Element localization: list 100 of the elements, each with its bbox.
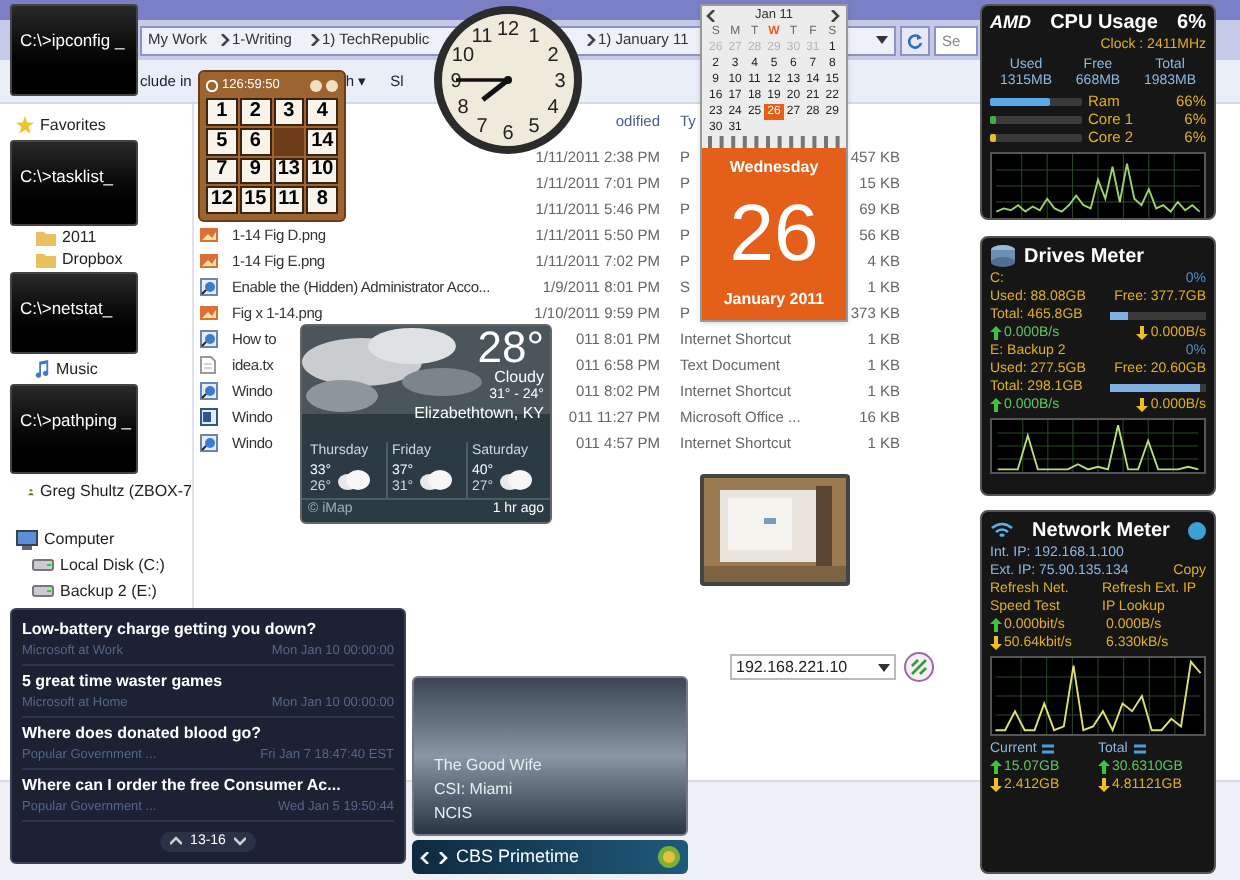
puzzle-tile[interactable]: 8 (306, 186, 338, 214)
gadget-title: Drives Meter (1024, 247, 1145, 265)
up-arrow-icon (990, 618, 1002, 632)
shortcut-file-icon (200, 434, 218, 452)
sidebar-item[interactable]: Favorites (0, 114, 192, 136)
cloud-icon (497, 469, 534, 489)
logo-icon (658, 846, 680, 868)
command-prompt-gadget[interactable]: C:\>ipconfig _ (10, 4, 138, 96)
wifi-icon (990, 521, 1014, 539)
headline-link[interactable]: Where does donated blood go? (22, 721, 394, 746)
previous-month-icon (706, 9, 718, 21)
next-month-icon (829, 9, 842, 21)
cpu-percent: 6% (1177, 10, 1206, 38)
gadget-title: Network Meter (1032, 521, 1170, 539)
text-file-icon (200, 356, 216, 374)
puzzle-tile[interactable]: 3 (273, 98, 305, 126)
clock-numeral: 5 (528, 116, 540, 139)
puzzle-tile[interactable]: 9 (239, 157, 271, 185)
sidebar-item[interactable]: Local Disk (C:) (0, 554, 192, 576)
clock-numeral: 10 (451, 45, 475, 67)
sidebar-item[interactable]: Music (0, 358, 192, 380)
puzzle-tile[interactable]: 15 (239, 186, 271, 214)
show-title[interactable]: NCIS (434, 802, 686, 826)
ip-address-field[interactable]: 192.168.221.10 (730, 654, 896, 680)
refresh-button[interactable] (900, 25, 930, 55)
sidebar-item[interactable]: Backup 2 (E:) (0, 580, 192, 602)
puzzle-tile[interactable]: 12 (206, 186, 238, 214)
down-arrow-icon (990, 636, 1002, 650)
drive-icon (32, 558, 54, 572)
command-text: C:\>tasklist_ (20, 166, 114, 186)
refresh-icon (906, 31, 924, 49)
clock-numeral: 11 (471, 25, 493, 48)
drive-icon (32, 584, 54, 598)
puzzle-tile[interactable]: 13 (273, 157, 305, 185)
clock-numeral: 7 (476, 116, 488, 139)
puzzle-tile[interactable]: 10 (306, 157, 338, 185)
up-chevron-icon (170, 836, 183, 848)
document-file-icon (200, 408, 218, 426)
amd-logo: AMD (990, 9, 1031, 36)
puzzle-tile[interactable]: 5 (206, 127, 238, 155)
drive-stack-icon (990, 244, 1016, 268)
sidebar-item[interactable]: 2011 (0, 226, 192, 248)
puzzle-tile[interactable]: 11 (273, 186, 305, 214)
star-icon (16, 116, 34, 134)
sidebar-item[interactable]: Dropbox (0, 248, 192, 270)
down-arrow-icon (990, 778, 1002, 792)
reset-icon (1040, 742, 1057, 756)
channel-name: CBS Primetime (456, 843, 582, 870)
command-text: C:\>netstat_ (20, 298, 113, 318)
month-year: January 2011 (723, 288, 825, 312)
clock-numeral: 8 (457, 97, 469, 119)
image-file-icon (200, 252, 218, 270)
up-arrow-icon (1098, 760, 1110, 774)
headline-link[interactable]: 5 great time waster games (22, 669, 394, 694)
puzzle-tile[interactable]: 7 (206, 157, 238, 185)
puzzle-tile[interactable]: 1 (206, 98, 238, 126)
clock-numeral: 4 (547, 97, 559, 119)
cloud-icon (335, 469, 372, 489)
next-icon (438, 851, 450, 863)
down-arrow-icon (1136, 326, 1149, 340)
puzzle-tile[interactable]: 6 (239, 127, 271, 155)
shortcut-file-icon (200, 278, 218, 296)
weather-location: Elizabethtown, KY (414, 406, 544, 422)
weekday-name: Wednesday (729, 156, 819, 180)
up-arrow-icon (990, 398, 1002, 412)
shortcut-file-icon (200, 382, 218, 400)
command-prompt-gadget[interactable]: C:\>netstat_ (10, 272, 138, 354)
puzzle-tile[interactable]: 4 (306, 98, 338, 126)
cloud-icon (417, 469, 454, 489)
headline-link[interactable]: Low-battery charge getting you down? (22, 617, 394, 642)
music-note-icon (32, 360, 50, 378)
down-chevron-icon (233, 836, 246, 848)
image-file-icon (200, 304, 218, 322)
day-number: 26 (729, 194, 819, 274)
previous-page-button[interactable] (170, 836, 183, 848)
sidebar-item[interactable]: Greg Shultz (ZBOX-7 (0, 480, 192, 502)
command-prompt-gadget[interactable]: C:\>tasklist_ (10, 140, 138, 226)
show-title[interactable]: CSI: Miami (434, 778, 686, 802)
up-arrow-icon (990, 760, 1002, 774)
chevron-icon (310, 34, 322, 46)
clock-numeral: 2 (547, 45, 559, 67)
next-page-button[interactable] (233, 836, 246, 848)
dropdown-arrow-icon (878, 663, 890, 671)
computer-icon (16, 529, 38, 549)
network-icon (910, 658, 928, 676)
puzzle-tile[interactable]: 2 (239, 98, 271, 126)
command-prompt-gadget[interactable]: C:\>pathping _ (10, 384, 138, 474)
down-arrow-icon (1098, 778, 1110, 792)
weather-condition: Cloudy (494, 370, 544, 386)
sidebar-item[interactable]: Computer (0, 528, 192, 550)
dropdown-arrow-icon (876, 36, 888, 44)
image-file-icon (200, 226, 218, 244)
current-temperature: 28° (477, 326, 544, 370)
headline-link[interactable]: Where can I order the free Consumer Ac... (22, 773, 394, 798)
command-text: C:\>pathping _ (20, 410, 132, 430)
previous-icon (420, 851, 432, 863)
clock-icon (206, 80, 218, 92)
puzzle-tile[interactable]: 14 (306, 127, 338, 155)
clock-numeral: 3 (554, 71, 566, 93)
command-text: C:\>ipconfig _ (20, 30, 125, 50)
